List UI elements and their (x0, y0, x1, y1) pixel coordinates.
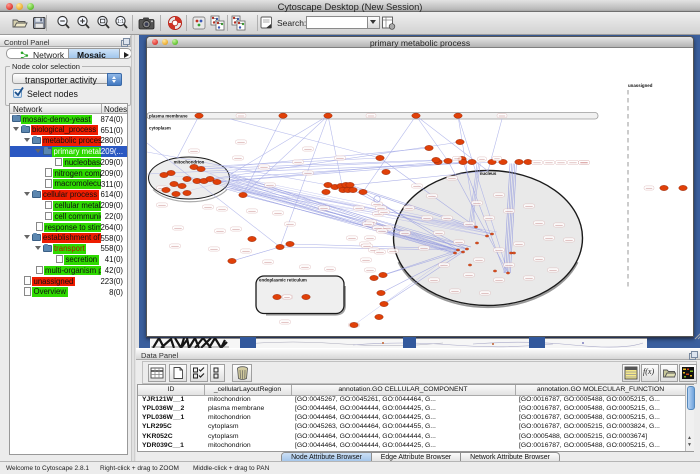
svg-text:nucleus: nucleus (480, 171, 497, 176)
svg-text:cytoplasm: cytoplasm (149, 126, 171, 131)
svg-text:1:1: 1:1 (117, 19, 124, 25)
svg-text:unassigned: unassigned (628, 83, 653, 88)
svg-text:plasma membrane: plasma membrane (149, 113, 188, 118)
svg-text:mitochondrion: mitochondrion (174, 160, 205, 165)
svg-text:endoplasmic reticulum: endoplasmic reticulum (259, 278, 307, 283)
